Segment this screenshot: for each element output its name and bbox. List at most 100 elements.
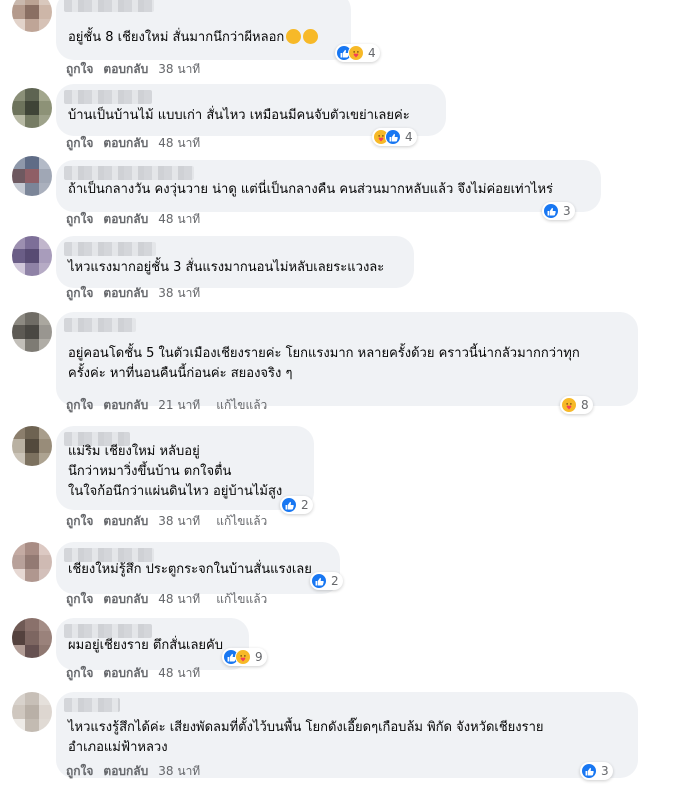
grinning-sweat-emoji — [286, 29, 302, 44]
comment-actions: ถูกใจ ตอบกลับ 48 นาที — [66, 664, 200, 683]
reply-button[interactable]: ตอบกลับ — [103, 60, 148, 79]
reaction-summary[interactable]: 4 — [335, 44, 380, 62]
avatar[interactable] — [12, 692, 52, 732]
reaction-count: 3 — [601, 764, 609, 778]
like-button[interactable]: ถูกใจ — [66, 762, 93, 781]
like-reaction-icon — [543, 203, 559, 219]
comment-actions: ถูกใจ ตอบกลับ 38 นาที — [66, 60, 200, 79]
care-reaction-icon — [348, 45, 364, 61]
comment-actions: ถูกใจ ตอบกลับ 48 นาที — [66, 134, 200, 153]
comment-text: อยู่ชั้น 8 เชียงใหม่ สั่นมากนึกว่าผีหลอก — [68, 28, 319, 48]
reaction-summary[interactable]: 8 — [560, 396, 593, 414]
reaction-count: 8 — [581, 398, 589, 412]
comment-bubble: ถ้าเป็นกลางวัน คงวุ่นวาย น่าดู แต่นี่เป็… — [56, 160, 601, 212]
comment-bubble: อยู่ชั้น 8 เชียงใหม่ สั่นมากนึกว่าผีหลอก — [56, 0, 351, 60]
like-button[interactable]: ถูกใจ — [66, 210, 93, 229]
reaction-summary[interactable]: 3 — [580, 762, 613, 780]
reaction-count: 2 — [331, 574, 339, 588]
comment-actions: ถูกใจ ตอบกลับ 48 นาที — [66, 210, 200, 229]
comment-timestamp[interactable]: 38 นาที — [158, 60, 200, 79]
comment-timestamp[interactable]: 48 นาที — [158, 590, 200, 609]
comment-text: อยู่คอนโดชั้น 5 ในตัวเมืองเชียงรายค่ะ โย… — [68, 346, 580, 361]
reply-button[interactable]: ตอบกลับ — [103, 284, 148, 303]
comment-actions: ถูกใจ ตอบกลับ 38 นาที — [66, 762, 200, 781]
comment-text: ไหวแรงรู้สึกได้ค่ะ เสียงพัดลมที่ตั้งไว้บ… — [68, 720, 544, 735]
comment-actions: ถูกใจ ตอบกลับ 38 นาที — [66, 284, 200, 303]
comment-text: นึกว่าหมาวิ่งขึ้นบ้าน ตกใจตื่น — [68, 464, 232, 479]
avatar[interactable] — [12, 0, 52, 32]
like-reaction-icon — [311, 573, 327, 589]
like-button[interactable]: ถูกใจ — [66, 396, 93, 415]
like-reaction-icon — [581, 763, 597, 779]
avatar[interactable] — [12, 156, 52, 196]
like-button[interactable]: ถูกใจ — [66, 134, 93, 153]
comment-actions: ถูกใจ ตอบกลับ 38 นาที แก้ไขแล้ว — [66, 512, 267, 531]
reaction-count: 2 — [301, 498, 309, 512]
comment-bubble: ไหวแรงมากอยู่ชั้น 3 สั่นแรงมากนอนไม่หลับ… — [56, 236, 414, 288]
comment-text: ในใจก้อนึกว่าแผ่นดินไหว อยู่บ้านไม้สูง — [68, 484, 283, 499]
edited-label: แก้ไขแล้ว — [216, 592, 268, 606]
comment-text: บ้านเป็นบ้านไม้ แบบเก่า สั่นไหว เหมือนมี… — [68, 108, 410, 123]
astonished-emoji — [303, 29, 319, 44]
comment-timestamp[interactable]: 48 นาที — [158, 664, 200, 683]
comment-timestamp[interactable]: 38 นาที — [158, 512, 200, 531]
avatar[interactable] — [12, 426, 52, 466]
like-reaction-icon — [385, 129, 401, 145]
author-name-blurred[interactable] — [64, 166, 194, 180]
comment-text: ไหวแรงมากอยู่ชั้น 3 สั่นแรงมากนอนไม่หลับ… — [68, 260, 385, 275]
author-name-blurred[interactable] — [64, 90, 152, 104]
comment-timestamp[interactable]: 48 นาที — [158, 210, 200, 229]
like-button[interactable]: ถูกใจ — [66, 60, 93, 79]
comment-timestamp[interactable]: 38 นาที — [158, 762, 200, 781]
comment-timestamp[interactable]: 21 นาที — [158, 396, 200, 415]
reply-button[interactable]: ตอบกลับ — [103, 134, 148, 153]
comment-timestamp[interactable]: 38 นาที — [158, 284, 200, 303]
reply-button[interactable]: ตอบกลับ — [103, 210, 148, 229]
avatar[interactable] — [12, 542, 52, 582]
comment-actions: ถูกใจ ตอบกลับ 21 นาที แก้ไขแล้ว — [66, 396, 267, 415]
reaction-summary[interactable]: 9 — [222, 648, 267, 666]
avatar[interactable] — [12, 618, 52, 658]
reaction-count: 4 — [368, 46, 376, 60]
reply-button[interactable]: ตอบกลับ — [103, 664, 148, 683]
reaction-summary[interactable]: 3 — [542, 202, 575, 220]
like-button[interactable]: ถูกใจ — [66, 664, 93, 683]
reply-button[interactable]: ตอบกลับ — [103, 590, 148, 609]
like-reaction-icon — [281, 497, 297, 513]
author-name-blurred[interactable] — [64, 698, 120, 712]
reaction-count: 9 — [255, 650, 263, 664]
edited-label: แก้ไขแล้ว — [216, 398, 268, 412]
avatar[interactable] — [12, 236, 52, 276]
comment-bubble: ผมอยู่เชียงราย ตึกสั่นเลยคับ — [56, 618, 249, 670]
like-button[interactable]: ถูกใจ — [66, 512, 93, 531]
comment-text: ถ้าเป็นกลางวัน คงวุ่นวาย น่าดู แต่นี่เป็… — [68, 182, 553, 197]
reaction-summary[interactable]: 2 — [280, 496, 313, 514]
reply-button[interactable]: ตอบกลับ — [103, 396, 148, 415]
care-reaction-icon — [235, 649, 251, 665]
comment-text: ผมอยู่เชียงราย ตึกสั่นเลยคับ — [68, 638, 223, 653]
avatar[interactable] — [12, 88, 52, 128]
reaction-count: 3 — [563, 204, 571, 218]
comment-bubble: เชียงใหม่รู้สึก ประตูกระจกในบ้านสั่นแรงเ… — [56, 542, 340, 594]
comment-bubble: แม่ริม เชียงใหม่ หลับอยู่นึกว่าหมาวิ่งขึ… — [56, 426, 314, 510]
reaction-summary[interactable]: 2 — [310, 572, 343, 590]
comment-text: อำเภอแม่ฟ้าหลวง — [68, 740, 168, 755]
edited-label: แก้ไขแล้ว — [216, 514, 268, 528]
comment-text: เชียงใหม่รู้สึก ประตูกระจกในบ้านสั่นแรงเ… — [68, 562, 312, 577]
reply-button[interactable]: ตอบกลับ — [103, 762, 148, 781]
avatar[interactable] — [12, 312, 52, 352]
comment-text: แม่ริม เชียงใหม่ หลับอยู่ — [68, 444, 200, 459]
author-name-blurred[interactable] — [64, 242, 156, 256]
comment-text: ครั้งค่ะ หาที่นอนคืนนี้ก่อนค่ะ สยองจริง … — [68, 366, 293, 381]
author-name-blurred[interactable] — [64, 318, 136, 332]
author-name-blurred[interactable] — [64, 0, 154, 12]
comment-timestamp[interactable]: 48 นาที — [158, 134, 200, 153]
reaction-summary[interactable]: 4 — [372, 128, 417, 146]
reply-button[interactable]: ตอบกลับ — [103, 512, 148, 531]
comment-actions: ถูกใจ ตอบกลับ 48 นาที แก้ไขแล้ว — [66, 590, 267, 609]
like-button[interactable]: ถูกใจ — [66, 284, 93, 303]
care-reaction-icon — [561, 397, 577, 413]
comment-bubble: อยู่คอนโดชั้น 5 ในตัวเมืองเชียงรายค่ะ โย… — [56, 312, 638, 406]
like-button[interactable]: ถูกใจ — [66, 590, 93, 609]
reaction-count: 4 — [405, 130, 413, 144]
